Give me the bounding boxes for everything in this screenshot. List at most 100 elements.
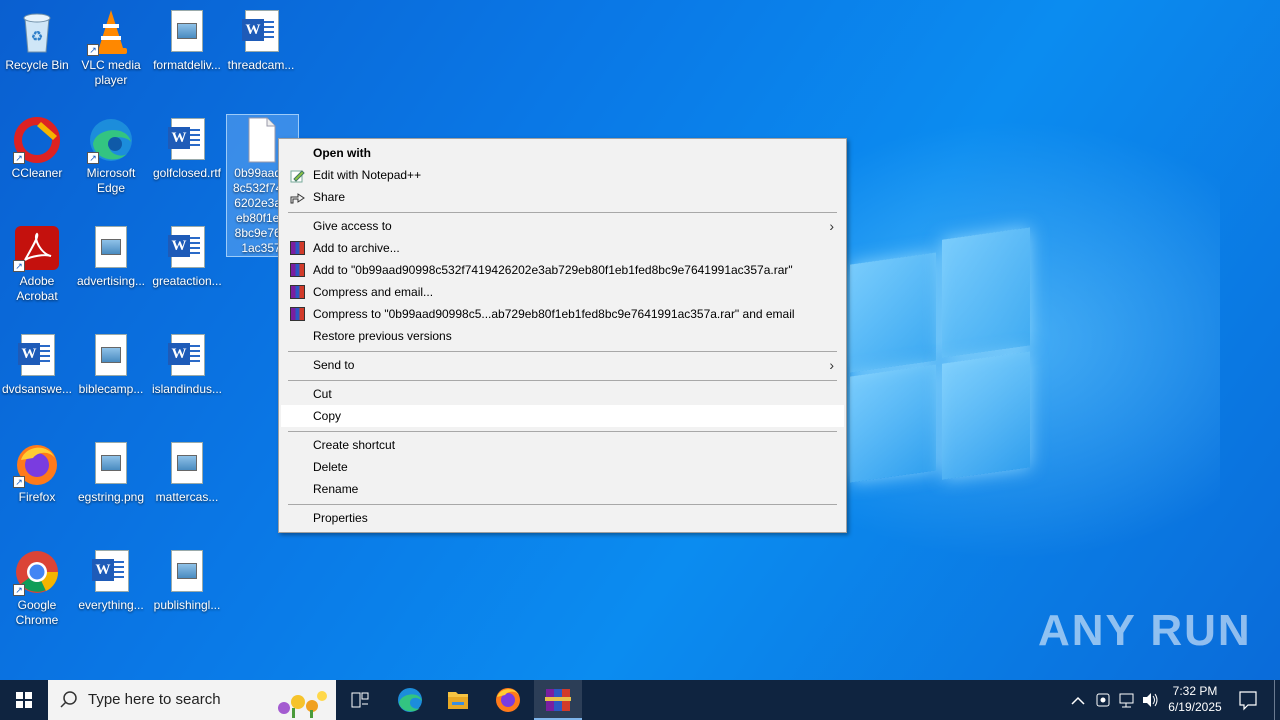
word-file-icon: W [13,332,61,380]
search-highlight-flowers-icon [262,682,332,720]
volume-button[interactable] [1140,680,1160,720]
network-icon [1119,693,1134,708]
desktop-icon-everything[interactable]: W everything... [74,548,148,613]
image-file-icon [87,440,135,488]
notification-icon [1239,691,1257,711]
menu-item-open-with[interactable]: Open with [281,142,844,164]
speaker-icon [1143,693,1158,707]
task-view-button[interactable] [336,680,384,720]
desktop-icon-label: greataction... [152,274,222,288]
desktop-icon-label: dvdsanswe... [1,382,73,396]
menu-item-share[interactable]: Share [281,186,844,208]
desktop-icon-firefox[interactable]: ↗ Firefox [0,440,74,505]
desktop-icon-dvdsanswe[interactable]: W dvdsanswe... [0,332,74,397]
desktop-icon-islandindus[interactable]: W islandindus... [150,332,224,397]
desktop-icon-label: threadcam... [227,58,295,72]
anyrun-watermark: ANY RUN [1038,606,1252,655]
image-file-icon [87,332,135,380]
taskbar-winrar-button[interactable] [534,680,582,720]
ccleaner-icon: ↗ [13,116,61,164]
desktop-icon-recycle-bin[interactable]: ♻ Recycle Bin [0,8,74,73]
desktop-icon-label: Firefox [18,490,56,504]
share-icon [290,190,305,204]
desktop-icon-egstring[interactable]: egstring.png [74,440,148,505]
desktop-icon-threadcam[interactable]: W threadcam... [224,8,298,73]
menu-item-copy[interactable]: Copy [281,405,844,427]
windows-start-icon [16,692,32,708]
desktop-icon-label: formatdeliv... [153,58,221,72]
notepadpp-icon [290,168,305,183]
menu-item-compress-and-email[interactable]: Compress and email... [281,281,844,303]
desktop-icon-vlc[interactable]: ↗ VLC media player [74,8,148,88]
shortcut-arrow-icon: ↗ [87,152,99,164]
desktop-icon-microsoft-edge[interactable]: ↗ Microsoft Edge [74,116,148,196]
word-file-icon: W [163,332,211,380]
desktop-icon-formatdeliv[interactable]: formatdeliv... [150,8,224,73]
menu-item-restore-previous-versions[interactable]: Restore previous versions [281,325,844,347]
network-button[interactable] [1116,680,1138,720]
edge-icon [398,688,422,712]
start-button[interactable] [0,680,48,720]
tray-device-icon [1096,693,1110,707]
search-icon [60,680,78,720]
desktop-icon-biblecamp[interactable]: biblecamp... [74,332,148,397]
edge-icon: ↗ [87,116,135,164]
image-file-icon [163,548,211,596]
menu-item-add-to-archive[interactable]: Add to archive... [281,237,844,259]
windows-wallpaper-logo [850,227,1030,492]
clock-date: 6/19/2025 [1168,700,1222,714]
desktop-icon-label: everything... [78,598,144,612]
chrome-icon: ↗ [13,548,61,596]
desktop-icon-label: advertising... [76,274,146,288]
recycle-bin-icon: ♻ [13,8,61,56]
menu-item-edit-with-notepadpp[interactable]: Edit with Notepad++ [281,164,844,186]
menu-item-delete[interactable]: Delete [281,456,844,478]
taskbar-clock[interactable]: 7:32 PM 6/19/2025 [1158,683,1232,715]
desktop-icon-ccleaner[interactable]: ↗ CCleaner [0,116,74,181]
action-center-button[interactable] [1234,680,1262,720]
desktop-icon-greataction[interactable]: W greataction... [150,224,224,289]
desktop-icon-label: VLC media player [81,58,141,87]
file-explorer-icon [448,692,468,709]
desktop-icon-label: golfclosed.rtf [152,166,222,180]
desktop-icon-label: Recycle Bin [5,58,69,72]
desktop-icon-adobe-acrobat[interactable]: ↗ Adobe Acrobat [0,224,74,304]
winrar-icon [290,241,305,255]
firefox-icon: ↗ [13,440,61,488]
menu-item-cut[interactable]: Cut [281,383,844,405]
desktop-icon-advertising[interactable]: advertising... [74,224,148,289]
menu-item-create-shortcut[interactable]: Create shortcut [281,434,844,456]
show-hidden-icons-button[interactable] [1068,680,1088,720]
taskbar: Type here to search 7:32 PM 6/19/2025 [0,680,1280,720]
taskbar-search-box[interactable]: Type here to search [48,680,336,720]
desktop-icon-label: mattercas... [155,490,219,504]
chevron-up-icon [1071,696,1085,705]
word-file-icon: W [87,548,135,596]
shortcut-arrow-icon: ↗ [13,152,25,164]
taskbar-firefox-button[interactable] [484,680,532,720]
show-desktop-button[interactable] [1274,680,1280,720]
menu-item-add-to-rar[interactable]: Add to "0b99aad90998c532f7419426202e3ab7… [281,259,844,281]
menu-separator [288,504,837,505]
desktop-icon-label: Google Chrome [15,598,59,627]
menu-item-compress-to-rar-and-email[interactable]: Compress to "0b99aad90998c5...ab729eb80f… [281,303,844,325]
tray-app-icon[interactable] [1092,680,1114,720]
vlc-icon: ↗ [87,8,135,56]
taskbar-file-explorer-button[interactable] [434,680,482,720]
menu-item-rename[interactable]: Rename [281,478,844,500]
menu-item-send-to[interactable]: Send to › [281,354,844,376]
winrar-icon [290,307,305,321]
menu-item-properties[interactable]: Properties [281,507,844,529]
desktop-icon-google-chrome[interactable]: ↗ Google Chrome [0,548,74,628]
image-file-icon [163,440,211,488]
svg-text:♻: ♻ [31,28,44,44]
desktop-icon-golfclosed[interactable]: W golfclosed.rtf [150,116,224,181]
winrar-icon [545,689,571,711]
task-view-icon [351,692,369,708]
menu-separator [288,351,837,352]
desktop-icon-mattercas[interactable]: mattercas... [150,440,224,505]
image-file-icon [163,8,211,56]
taskbar-edge-button[interactable] [386,680,434,720]
desktop-icon-publishingl[interactable]: publishingl... [150,548,224,613]
menu-item-give-access-to[interactable]: Give access to › [281,215,844,237]
